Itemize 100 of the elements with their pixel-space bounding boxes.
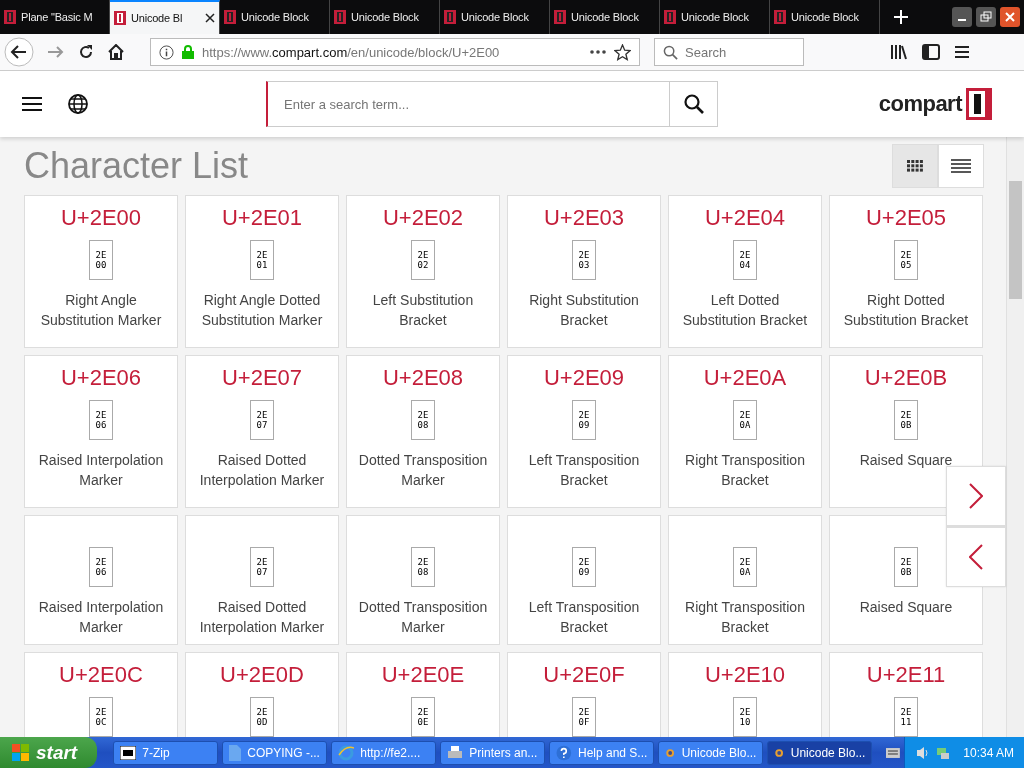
clock: 10:34 AM bbox=[963, 745, 1014, 760]
glyph-box: 2E 08 bbox=[411, 547, 435, 587]
close-icon[interactable] bbox=[1000, 7, 1020, 27]
search-field[interactable]: Search bbox=[654, 38, 804, 66]
glyph-box: 2E 11 bbox=[894, 697, 918, 737]
scrollbar-thumb[interactable] bbox=[1009, 181, 1022, 299]
more-icon[interactable] bbox=[590, 50, 606, 54]
info-icon[interactable] bbox=[159, 44, 174, 60]
glyph-box: 2E 05 bbox=[894, 240, 918, 280]
character-card[interactable]: 2E 06 Raised Interpolation Marker bbox=[24, 515, 178, 645]
character-name: Raised Dotted Interpolation Marker bbox=[198, 598, 326, 637]
character-card[interactable]: 2E 0A Right Transposition Bracket bbox=[668, 515, 822, 645]
character-card[interactable]: U+2E05 2E 05 Right Dotted Substitution Bracket bbox=[829, 195, 983, 348]
minimize-icon[interactable] bbox=[952, 7, 972, 27]
back-icon[interactable] bbox=[4, 37, 34, 67]
character-card[interactable]: U+2E08 2E 08 Dotted Transposition Marker bbox=[346, 355, 500, 508]
glyph-box: 2E 0B bbox=[894, 547, 918, 587]
glyph-box: 2E 06 bbox=[89, 547, 113, 587]
code-point: U+2E0B bbox=[864, 364, 948, 392]
grid-icon bbox=[907, 160, 923, 172]
character-card[interactable]: U+2E07 2E 07 Raised Dotted Interpolation Marker bbox=[185, 355, 339, 508]
browser-tab[interactable]: Unicode Bl bbox=[110, 0, 220, 34]
character-card[interactable]: U+2E09 2E 09 Left Transposition Bracket bbox=[507, 355, 661, 508]
site-search-field[interactable]: Enter a search term... bbox=[266, 81, 670, 127]
glyph-box: 2E 06 bbox=[89, 400, 113, 440]
site-favicon-icon bbox=[4, 10, 16, 24]
character-name: Raised Square bbox=[858, 451, 954, 470]
code-point: U+2E0A bbox=[703, 364, 787, 392]
grid-view-button[interactable] bbox=[892, 144, 938, 188]
glyph-box: 2E 04 bbox=[733, 240, 757, 280]
glyph-box: 2E 0A bbox=[733, 400, 757, 440]
code-point: U+2E11 bbox=[866, 661, 946, 689]
list-view-button[interactable] bbox=[938, 144, 984, 188]
logo-icon[interactable] bbox=[966, 88, 992, 120]
sidebar-icon[interactable] bbox=[922, 44, 940, 60]
restore-icon[interactable] bbox=[976, 7, 996, 27]
globe-icon[interactable] bbox=[68, 94, 88, 114]
taskbar-button[interactable]: Unicode Blo... bbox=[658, 740, 764, 765]
character-card[interactable]: 2E 08 Dotted Transposition Marker bbox=[346, 515, 500, 645]
code-point: U+2E03 bbox=[543, 204, 625, 232]
printer-icon bbox=[447, 744, 464, 761]
taskbar-button[interactable]: Unicode Blo... bbox=[767, 740, 873, 765]
character-name: Raised Square bbox=[858, 598, 954, 617]
start-button[interactable]: start bbox=[0, 737, 98, 768]
character-name: Raised Interpolation Marker bbox=[37, 598, 165, 637]
glyph-box: 2E 0F bbox=[572, 697, 596, 737]
character-card[interactable]: U+2E0A 2E 0A Right Transposition Bracket bbox=[668, 355, 822, 508]
character-card[interactable]: U+2E0D 2E 0D bbox=[185, 652, 339, 737]
code-point: U+2E10 bbox=[704, 661, 786, 689]
character-card[interactable]: U+2E0C 2E 0C bbox=[24, 652, 178, 737]
taskbar-button[interactable]: Printers an... bbox=[440, 740, 546, 765]
new-tab-icon[interactable] bbox=[894, 10, 908, 24]
site-favicon-icon bbox=[554, 10, 566, 24]
character-card[interactable]: U+2E10 2E 10 bbox=[668, 652, 822, 737]
help-icon bbox=[556, 744, 572, 761]
bookmark-star-icon[interactable] bbox=[614, 43, 631, 61]
glyph-box: 2E 02 bbox=[411, 240, 435, 280]
search-icon bbox=[663, 45, 678, 60]
character-card[interactable]: U+2E0B 2E 0B Raised Square bbox=[829, 355, 983, 508]
address-bar[interactable]: https://www.compart.com/en/unicode/block/U+2E00 bbox=[150, 38, 640, 66]
menu-icon[interactable] bbox=[22, 96, 42, 112]
home-icon[interactable] bbox=[108, 44, 124, 60]
menu-icon[interactable] bbox=[954, 45, 970, 59]
glyph-box: 2E 07 bbox=[250, 400, 274, 440]
character-name: Left Transposition Bracket bbox=[527, 451, 641, 490]
taskbar-button[interactable]: http://fe2.... bbox=[331, 740, 437, 765]
forward-icon[interactable] bbox=[48, 45, 64, 59]
character-card[interactable]: U+2E00 2E 00 Right Angle Substitution Marker bbox=[24, 195, 178, 348]
keyboard-icon[interactable] bbox=[886, 747, 901, 758]
page-heading: Character List bbox=[24, 145, 249, 187]
character-card[interactable]: U+2E0E 2E 0E bbox=[346, 652, 500, 737]
url-text: https://www.compart.com/en/unicode/block/U+2E00 bbox=[202, 44, 501, 60]
character-card[interactable]: U+2E0F 2E 0F bbox=[507, 652, 661, 737]
logo-text[interactable]: compart bbox=[878, 91, 962, 117]
character-card[interactable]: U+2E06 2E 06 Raised Interpolation Marker bbox=[24, 355, 178, 508]
character-card[interactable]: U+2E02 2E 02 Left Substitution Bracket bbox=[346, 195, 500, 348]
character-card[interactable]: U+2E01 2E 01 Right Angle Dotted Substitution Marker bbox=[185, 195, 339, 348]
taskbar-button[interactable]: 7-Zip bbox=[113, 740, 219, 765]
glyph-box: 2E 00 bbox=[89, 240, 113, 280]
close-tab-icon[interactable] bbox=[205, 13, 215, 23]
taskbar-button[interactable]: COPYING -... bbox=[222, 740, 328, 765]
library-icon[interactable] bbox=[890, 44, 908, 60]
document-icon bbox=[229, 744, 242, 761]
scrollbar[interactable] bbox=[1006, 137, 1024, 737]
character-card[interactable]: 2E 07 Raised Dotted Interpolation Marker bbox=[185, 515, 339, 645]
chevron-left-icon bbox=[969, 544, 983, 570]
search-icon bbox=[683, 94, 704, 114]
reload-icon[interactable] bbox=[78, 44, 94, 60]
search-button[interactable] bbox=[670, 81, 718, 127]
taskbar-button[interactable]: Help and S... bbox=[549, 740, 655, 765]
site-favicon-icon bbox=[664, 10, 676, 24]
character-card[interactable]: U+2E03 2E 03 Right Substitution Bracket bbox=[507, 195, 661, 348]
code-point: U+2E04 bbox=[704, 204, 786, 232]
character-card[interactable]: U+2E04 2E 04 Left Dotted Substitution Bracket bbox=[668, 195, 822, 348]
character-name: Right Dotted Substitution Bracket bbox=[842, 291, 970, 330]
glyph-box: 2E 10 bbox=[733, 697, 757, 737]
character-card[interactable]: U+2E11 2E 11 bbox=[829, 652, 983, 737]
site-favicon-icon bbox=[334, 10, 346, 24]
character-card[interactable]: 2E 09 Left Transposition Bracket bbox=[507, 515, 661, 645]
character-name: Left Transposition Bracket bbox=[527, 598, 641, 637]
